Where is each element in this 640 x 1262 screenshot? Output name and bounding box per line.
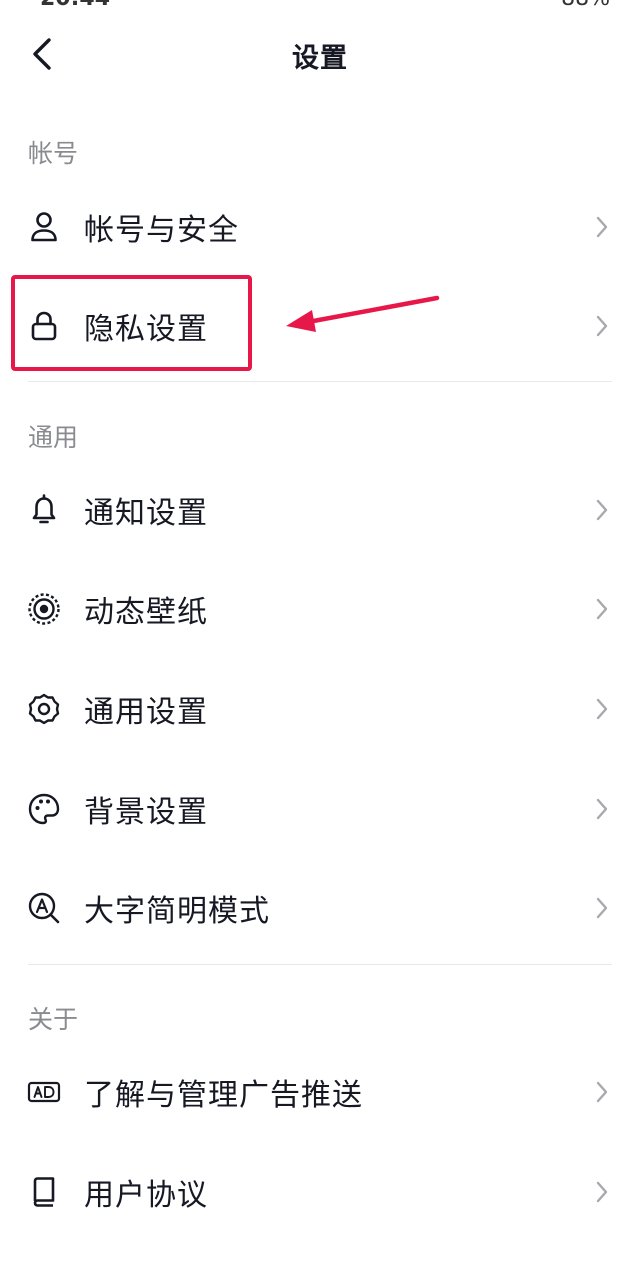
live-wallpaper-icon xyxy=(26,591,62,627)
large-text-icon xyxy=(26,890,62,926)
settings-item-label: 动态壁纸 xyxy=(84,595,208,630)
settings-item-label: 了解与管理广告推送 xyxy=(84,1078,363,1113)
settings-item-label: 用户协议 xyxy=(84,1178,208,1213)
chevron-right-icon xyxy=(592,894,612,922)
section-header-account: 帐号 xyxy=(28,139,79,168)
bell-icon xyxy=(26,492,62,528)
chevron-right-icon xyxy=(592,496,612,524)
chevron-right-icon xyxy=(592,1078,612,1106)
chevron-right-icon xyxy=(592,312,612,340)
book-icon xyxy=(26,1174,62,1210)
settings-item-large-text-mode[interactable]: 大字简明模式 xyxy=(0,864,640,952)
settings-item-label: 通用设置 xyxy=(84,695,208,730)
settings-item-label: 背景设置 xyxy=(84,795,208,830)
lock-icon xyxy=(26,308,62,344)
section-divider xyxy=(28,964,612,965)
palette-icon xyxy=(26,791,62,827)
settings-item-label: 帐号与安全 xyxy=(84,213,239,248)
settings-item-label: 大字简明模式 xyxy=(84,894,270,929)
status-battery: 88% xyxy=(561,0,610,8)
chevron-right-icon xyxy=(592,1178,612,1206)
gear-icon xyxy=(26,691,62,727)
chevron-right-icon xyxy=(592,795,612,823)
user-icon xyxy=(26,209,62,245)
chevron-right-icon xyxy=(592,695,612,723)
section-header-general: 通用 xyxy=(28,423,79,452)
settings-item-general[interactable]: 通用设置 xyxy=(0,665,640,753)
settings-item-notifications[interactable]: 通知设置 xyxy=(0,466,640,554)
page-title: 设置 xyxy=(292,43,348,74)
settings-item-privacy[interactable]: 隐私设置 xyxy=(0,282,640,370)
status-bar: 20:44 88% xyxy=(0,0,640,8)
chevron-right-icon xyxy=(592,595,612,623)
nav-bar: 设置 xyxy=(0,18,640,90)
settings-item-user-agreement[interactable]: 用户协议 xyxy=(0,1148,640,1236)
status-time: 20:44 xyxy=(40,0,110,8)
ad-icon xyxy=(26,1074,62,1110)
settings-item-label: 通知设置 xyxy=(84,496,208,531)
settings-item-background[interactable]: 背景设置 xyxy=(0,765,640,853)
settings-item-account-security[interactable]: 帐号与安全 xyxy=(0,183,640,271)
section-header-about: 关于 xyxy=(28,1005,79,1034)
settings-item-label: 隐私设置 xyxy=(84,312,208,347)
settings-item-live-wallpaper[interactable]: 动态壁纸 xyxy=(0,565,640,653)
settings-item-ad-management[interactable]: 了解与管理广告推送 xyxy=(0,1048,640,1136)
section-divider xyxy=(28,381,612,382)
chevron-right-icon xyxy=(592,213,612,241)
